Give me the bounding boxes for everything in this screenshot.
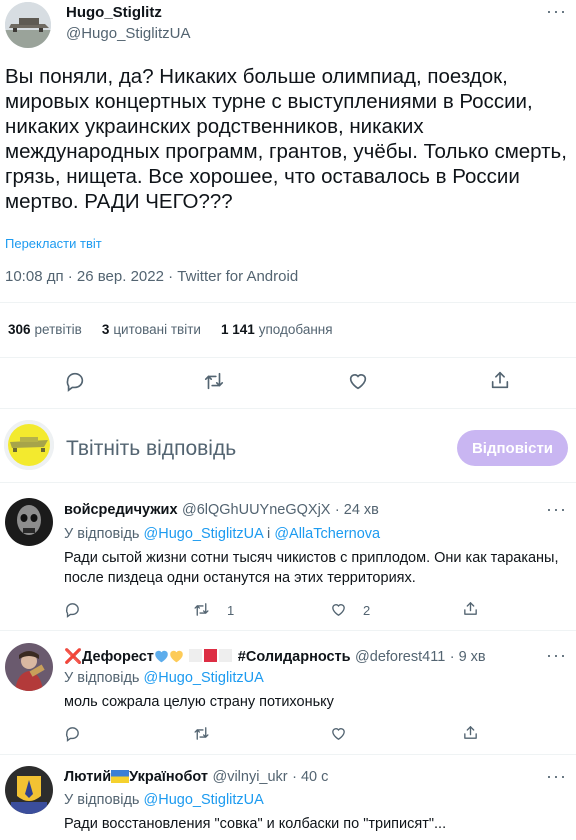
reply-author-hashtag[interactable]: #Солидарность (238, 649, 351, 665)
reply-author-name[interactable]: Лютий (64, 769, 111, 785)
retweets-count: 306 (8, 322, 31, 337)
blue-heart-icon (154, 649, 169, 668)
reply-header: Лютий Українобот @vilnyi_ukr · 40 с (64, 768, 328, 788)
likes-count: 1 141 (220, 322, 255, 337)
tweet-stats: 306 ретвітів 3 цитовані твіти 1 141 уподоба… (8, 322, 333, 337)
reply-input[interactable]: Твітніть відповідь (66, 437, 236, 461)
more-options-icon[interactable]: ··· (546, 500, 567, 518)
reply-author-handle[interactable]: @deforest411 (355, 649, 445, 665)
white-square-icon (218, 648, 233, 668)
red-square-icon (203, 648, 218, 668)
ukraine-flag-icon (111, 770, 130, 788)
more-options-icon[interactable]: ··· (546, 2, 567, 20)
reply-icon[interactable] (64, 601, 81, 618)
divider (0, 408, 576, 409)
retweet-icon[interactable] (193, 601, 210, 618)
share-icon[interactable] (489, 369, 511, 391)
share-icon[interactable] (462, 724, 479, 741)
author-handle[interactable]: @Hugo_StiglitzUA (66, 25, 190, 42)
tweet-text: Вы поняли, да? Никаких больше олимпиад, … (5, 65, 567, 213)
like-icon[interactable] (330, 725, 347, 742)
replying-to-join: і (267, 526, 271, 542)
author-avatar[interactable] (5, 2, 51, 48)
reply-author-name[interactable]: ❌Дефорест (64, 649, 154, 665)
reply-text: Ради восстановления "совка" и колбаски п… (64, 816, 447, 832)
like-icon[interactable] (347, 370, 369, 392)
likes-stat[interactable]: 1 141 уподобання (221, 322, 333, 337)
reply-author-handle[interactable]: @6lQGhUUYneGQXjX (182, 502, 331, 518)
reply-time[interactable]: · 9 хв (450, 649, 486, 665)
quotes-label: цитовані твіти (113, 322, 201, 337)
reply-avatar[interactable] (5, 766, 53, 814)
reply-header: ❌Дефорест #Солидарность @deforest411 · 9… (64, 648, 486, 668)
divider (0, 302, 576, 303)
reply-author-handle[interactable]: @vilnyi_ukr (212, 769, 287, 785)
reply-time[interactable]: · 24 хв (335, 502, 379, 518)
reply-author-name-suffix[interactable]: Українобот (129, 769, 208, 785)
likes-label: уподобання (258, 322, 333, 337)
retweet-icon[interactable] (193, 725, 210, 742)
reply-avatar[interactable] (5, 498, 53, 546)
replying-to: У відповідь @Hugo_StiglitzUA і @AllaTche… (64, 526, 380, 542)
reply-button[interactable]: Відповісти (457, 430, 568, 466)
divider (0, 630, 576, 631)
retweets-stat[interactable]: 306 ретвітів (8, 322, 82, 337)
reply-text: моль сожрала целую страну потихоньку (64, 694, 334, 710)
author-name[interactable]: Hugo_Stiglitz (66, 4, 162, 21)
replying-to-label: У відповідь (64, 792, 140, 808)
retweets-label: ретвітів (34, 322, 82, 337)
tweet-meta[interactable]: 10:08 дп · 26 вер. 2022 · Twitter for An… (5, 268, 298, 285)
divider (0, 482, 576, 483)
reply-author-name[interactable]: войсредичужих (64, 502, 178, 518)
white-square-icon (188, 648, 203, 668)
quotes-stat[interactable]: 3 цитовані твіти (102, 322, 201, 337)
translate-link[interactable]: Перекласти твіт (5, 236, 102, 251)
divider (0, 357, 576, 358)
yellow-heart-icon (169, 649, 184, 668)
reply-icon[interactable] (64, 370, 86, 392)
reply-header: войсредичужих @6lQGhUUYneGQXjX · 24 хв (64, 501, 379, 519)
quotes-count: 3 (101, 322, 110, 337)
more-options-icon[interactable]: ··· (546, 767, 567, 785)
more-options-icon[interactable]: ··· (546, 646, 567, 664)
like-count: 2 (363, 603, 371, 618)
mention-link[interactable]: @AllaTchernova (274, 526, 380, 542)
replying-to-label: У відповідь (64, 670, 140, 686)
reply-time[interactable]: · 40 с (292, 769, 328, 785)
like-icon[interactable] (330, 601, 347, 618)
retweet-icon[interactable] (203, 370, 225, 392)
reply-text: Ради сытой жизни сотни тысяч чикистов с … (64, 550, 559, 586)
divider (0, 754, 576, 755)
own-avatar[interactable] (4, 420, 54, 470)
share-icon[interactable] (462, 600, 479, 617)
replying-to: У відповідь @Hugo_StiglitzUA (64, 792, 264, 808)
mention-link[interactable]: @Hugo_StiglitzUA (144, 792, 264, 808)
replying-to-label: У відповідь (64, 526, 140, 542)
retweet-count: 1 (227, 603, 235, 618)
mention-link[interactable]: @Hugo_StiglitzUA (144, 526, 264, 542)
reply-icon[interactable] (64, 725, 81, 742)
replying-to: У відповідь @Hugo_StiglitzUA (64, 670, 264, 686)
mention-link[interactable]: @Hugo_StiglitzUA (144, 670, 264, 686)
reply-avatar[interactable] (5, 643, 53, 691)
